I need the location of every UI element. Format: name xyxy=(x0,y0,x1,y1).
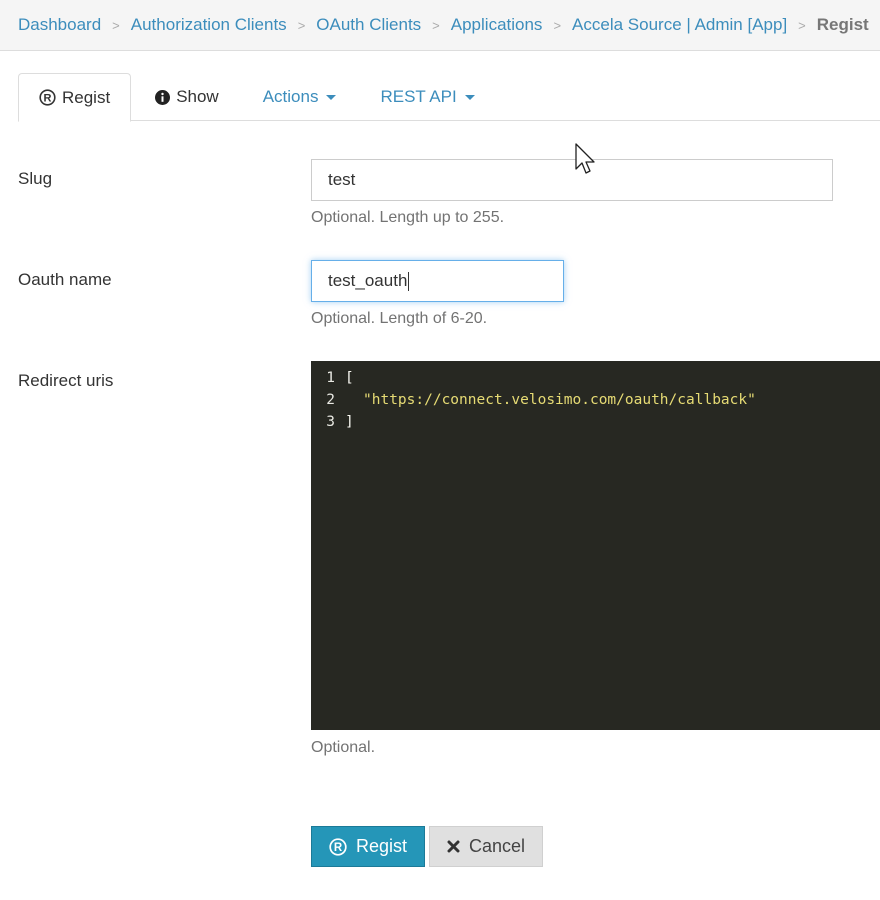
chevron-right-icon: > xyxy=(297,17,306,33)
slug-label: Slug xyxy=(18,169,53,188)
chevron-right-icon: > xyxy=(432,17,440,33)
tab-show[interactable]: Show xyxy=(135,73,239,121)
registered-icon: R xyxy=(329,837,347,856)
tab-rest-api[interactable]: REST API xyxy=(360,73,494,121)
tab-actions-label: Actions xyxy=(262,87,319,106)
breadcrumb-current: Regist xyxy=(816,15,869,34)
slug-input-value: test xyxy=(328,170,356,189)
close-icon xyxy=(447,840,460,853)
regist-button[interactable]: R Regist xyxy=(311,826,425,867)
code-text: ] xyxy=(345,414,354,430)
code-text: "https://connect.velosimo.com/oauth/call… xyxy=(363,392,756,408)
svg-text:R: R xyxy=(334,842,343,854)
redirect-uris-label: Redirect uris xyxy=(18,371,114,390)
line-number: 3 xyxy=(326,414,335,430)
tab-bar: R Regist Show Actions REST API xyxy=(18,73,880,122)
text-cursor xyxy=(408,271,410,291)
breadcrumb-authorization-clients[interactable]: Authorization Clients xyxy=(131,15,287,35)
redirect-uris-code-editor[interactable]: 1 [ 2 "https://connect.velosimo.com/oaut… xyxy=(311,361,880,730)
tab-actions[interactable]: Actions xyxy=(243,73,357,121)
caret-down-icon xyxy=(326,94,337,100)
tab-regist[interactable]: R Regist xyxy=(18,73,132,122)
breadcrumb-applications[interactable]: Applications xyxy=(451,15,543,35)
code-line: 3 ] xyxy=(311,411,880,433)
regist-button-label: Regist xyxy=(356,836,408,856)
registered-icon: R xyxy=(39,89,56,106)
svg-text:R: R xyxy=(44,93,52,105)
cancel-button-label: Cancel xyxy=(469,836,526,856)
code-text: [ xyxy=(345,370,354,386)
tab-show-label: Show xyxy=(176,87,219,106)
breadcrumb: Dashboard > Authorization Clients > OAut… xyxy=(0,0,880,51)
oauth-name-label: Oauth name xyxy=(18,270,112,289)
breadcrumb-app[interactable]: Accela Source | Admin [App] xyxy=(572,15,787,35)
slug-help: Optional. Length up to 255. xyxy=(311,209,505,226)
chevron-right-icon: > xyxy=(553,17,562,33)
caret-down-icon xyxy=(464,94,475,100)
oauth-name-input[interactable]: test_oauth xyxy=(311,260,564,302)
mouse-pointer-icon xyxy=(575,143,599,182)
breadcrumb-dashboard[interactable]: Dashboard xyxy=(18,15,101,35)
info-circle-icon xyxy=(155,89,171,105)
line-number: 2 xyxy=(326,392,335,408)
chevron-right-icon: > xyxy=(112,17,120,33)
chevron-right-icon: > xyxy=(798,17,806,33)
slug-input[interactable]: test xyxy=(311,159,833,201)
cancel-button[interactable]: Cancel xyxy=(429,826,543,867)
tab-regist-label: Regist xyxy=(62,87,111,107)
tab-rest-api-label: REST API xyxy=(380,87,457,106)
code-line: 2 "https://connect.velosimo.com/oauth/ca… xyxy=(311,389,880,411)
code-line: 1 [ xyxy=(311,367,880,389)
redirect-uris-help: Optional. xyxy=(311,739,376,756)
breadcrumb-oauth-clients[interactable]: OAuth Clients xyxy=(316,15,421,35)
oauth-name-help: Optional. Length of 6-20. xyxy=(311,310,488,327)
line-number: 1 xyxy=(326,370,335,386)
oauth-name-input-value: test_oauth xyxy=(328,271,408,290)
